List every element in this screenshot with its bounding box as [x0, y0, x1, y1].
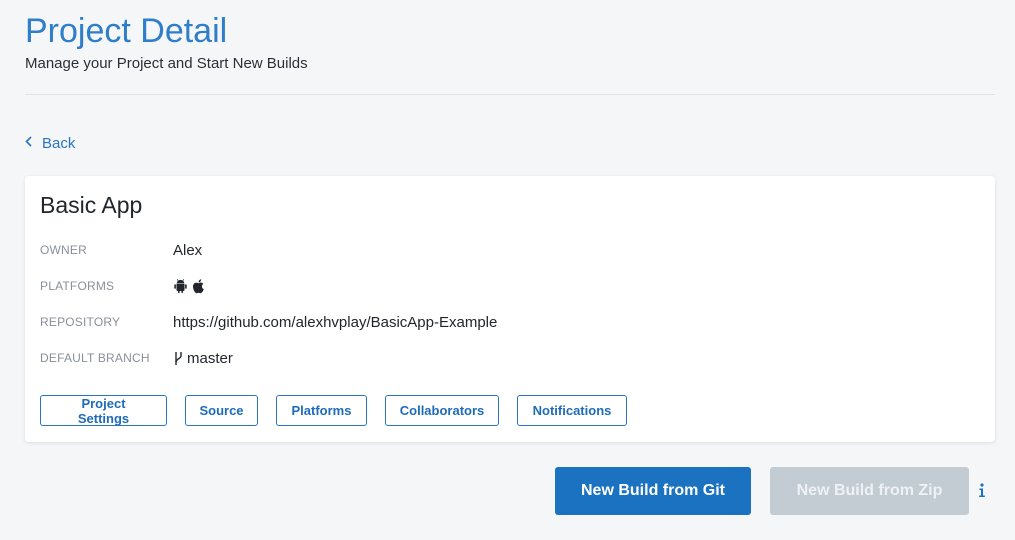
- back-label: Back: [42, 134, 76, 152]
- repository-row: REPOSITORY https://github.com/alexhvplay…: [40, 311, 497, 333]
- apple-icon: [191, 278, 205, 294]
- new-build-from-git-button[interactable]: New Build from Git: [555, 467, 751, 515]
- owner-value: Alex: [173, 241, 203, 259]
- platforms-row: PLATFORMS: [40, 275, 205, 297]
- repository-value: https://github.com/alexhvplay/BasicApp-E…: [173, 313, 498, 331]
- owner-row: OWNER Alex: [40, 239, 202, 261]
- git-branch-icon: [173, 350, 183, 366]
- page-title: Project Detail: [25, 12, 228, 50]
- notifications-button[interactable]: Notifications: [517, 395, 627, 426]
- platforms-value: [173, 278, 205, 294]
- platforms-label: PLATFORMS: [40, 279, 115, 293]
- info-icon[interactable]: [976, 481, 988, 499]
- project-name: Basic App: [40, 192, 143, 218]
- chevron-left-icon: [25, 134, 32, 152]
- default-branch-value: master: [173, 350, 233, 367]
- back-link[interactable]: Back: [25, 134, 75, 152]
- new-build-from-zip-button: New Build from Zip: [770, 467, 969, 515]
- header-divider: [25, 94, 995, 95]
- project-actions: Project Settings Source Platforms Collab…: [40, 395, 627, 426]
- default-branch-row: DEFAULT BRANCH master: [40, 347, 233, 369]
- collaborators-button[interactable]: Collaborators: [385, 395, 499, 426]
- project-card: Basic App OWNER Alex PLATFORMS REPOSITOR…: [25, 176, 995, 442]
- owner-label: OWNER: [40, 243, 87, 257]
- page-header: Project Detail Manage your Project and S…: [25, 10, 995, 74]
- project-settings-button[interactable]: Project Settings: [40, 395, 167, 426]
- default-branch-label: DEFAULT BRANCH: [40, 351, 150, 365]
- source-button[interactable]: Source: [185, 395, 258, 426]
- page-subtitle: Manage your Project and Start New Builds: [25, 55, 308, 72]
- android-icon: [173, 278, 187, 294]
- platforms-button[interactable]: Platforms: [276, 395, 367, 426]
- repository-label: REPOSITORY: [40, 315, 121, 329]
- branch-name: master: [187, 349, 233, 367]
